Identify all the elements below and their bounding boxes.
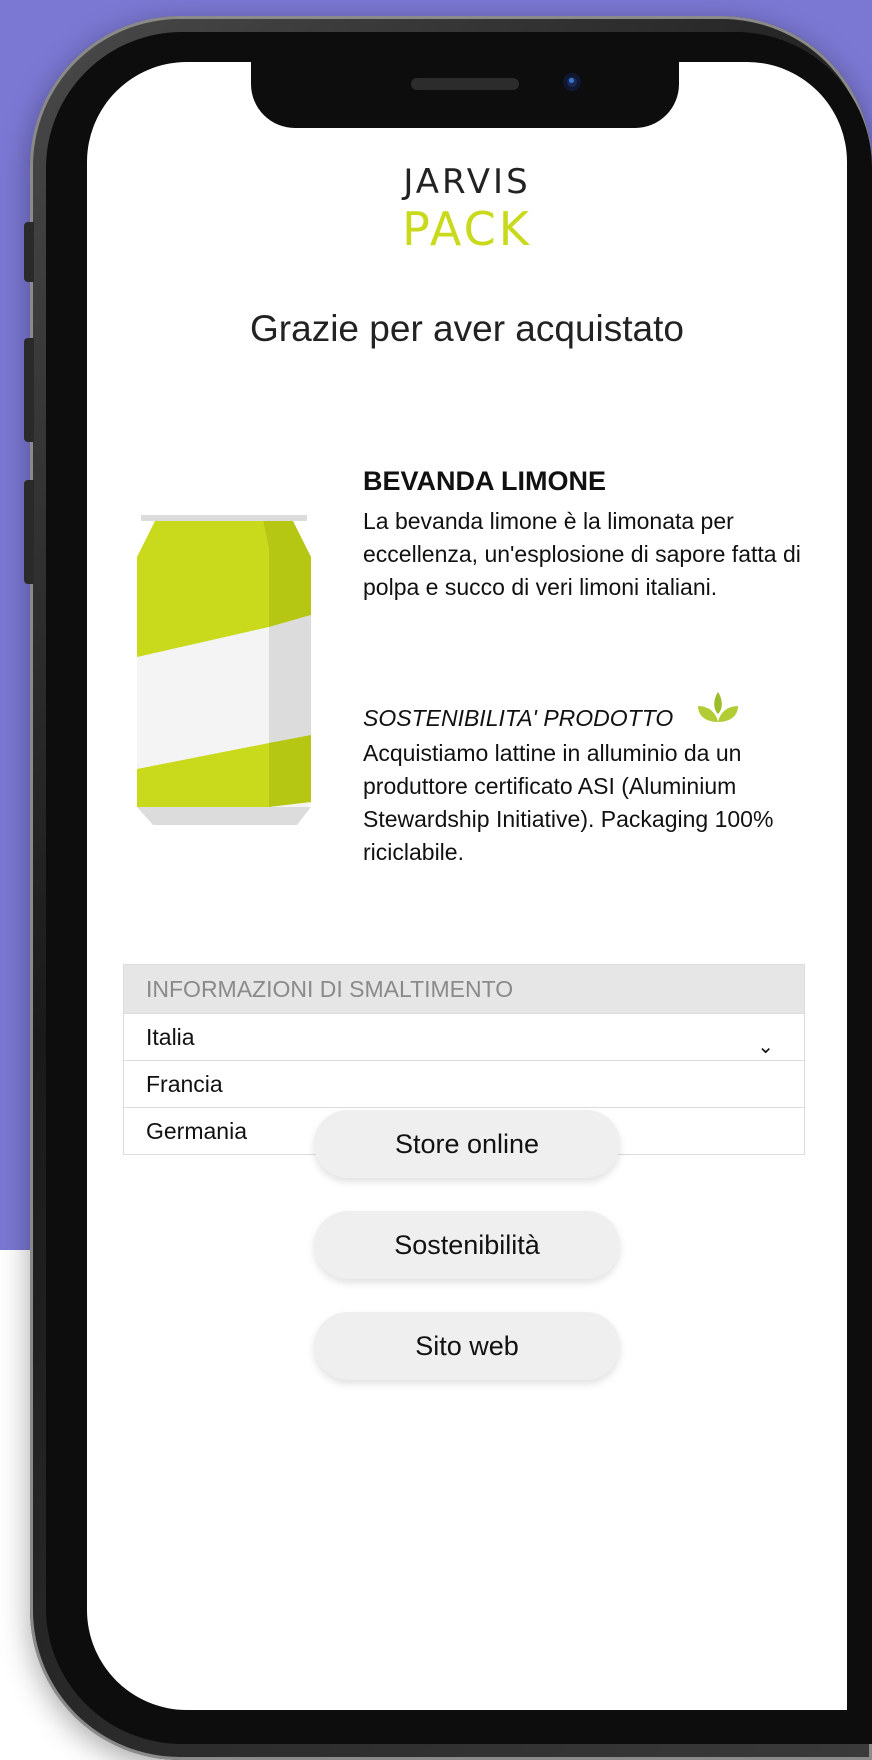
- leaf-icon: [698, 692, 738, 722]
- sustainability-title: SOSTENIBILITA' PRODOTTO: [363, 705, 674, 731]
- sustainability-description: Acquistiamo lattine in alluminio da un p…: [363, 740, 774, 865]
- website-button[interactable]: Sito web: [314, 1312, 620, 1380]
- front-camera-icon: [563, 73, 581, 91]
- product-name: BEVANDA LIMONE: [363, 466, 606, 496]
- disposal-option-label: Italia: [146, 1024, 195, 1050]
- disposal-info-header[interactable]: INFORMAZIONI DI SMALTIMENTO: [124, 965, 804, 1013]
- disposal-option-label: Francia: [146, 1071, 223, 1097]
- disposal-option-label: Germania: [146, 1118, 247, 1144]
- disposal-option-francia[interactable]: Francia: [124, 1060, 804, 1107]
- page-title: Grazie per aver acquistato: [250, 308, 684, 349]
- brand-logo-top: JARVIS: [403, 162, 531, 202]
- disposal-option-italia[interactable]: Italia ⌄: [124, 1013, 804, 1060]
- store-online-button[interactable]: Store online: [314, 1110, 620, 1178]
- phone-screen: JARVIS PACK Grazie per aver acquistato B…: [87, 62, 847, 1710]
- brand-logo-bottom: PACK: [402, 202, 532, 256]
- sustainability-button[interactable]: Sostenibilità: [314, 1211, 620, 1279]
- phone-volume-up-button: [24, 338, 34, 442]
- product-description: La bevanda limone è la limonata per ecce…: [363, 508, 801, 600]
- phone-notch: [251, 62, 679, 128]
- phone-mute-switch: [24, 222, 34, 282]
- speaker-grille: [411, 78, 519, 90]
- lemon-soda-can-icon: [137, 515, 311, 825]
- phone-volume-down-button: [24, 480, 34, 584]
